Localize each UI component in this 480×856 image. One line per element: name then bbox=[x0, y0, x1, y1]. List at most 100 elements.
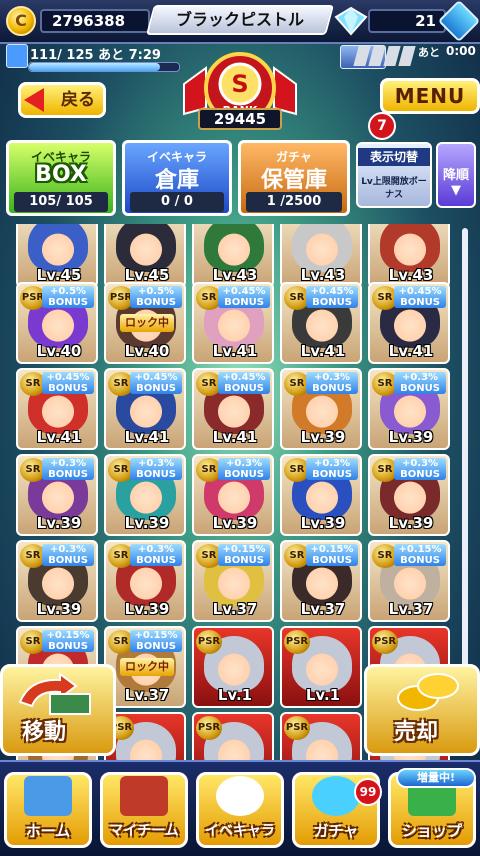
gem-count: 21 bbox=[368, 9, 446, 33]
character-card[interactable]: SR +0.15% BONUS Lv.37 bbox=[368, 540, 450, 622]
rank-letter: S bbox=[231, 70, 248, 98]
sell-label: 売却 bbox=[394, 720, 439, 745]
level-label: Lv.41 bbox=[124, 428, 170, 446]
nav-label: イベキャラ bbox=[205, 823, 275, 839]
character-portrait bbox=[204, 224, 264, 272]
menu-button[interactable]: MENU bbox=[380, 78, 480, 114]
character-portrait bbox=[380, 224, 440, 272]
character-card[interactable]: PSR Lv.1 bbox=[192, 626, 274, 708]
nav-label: ガチャ bbox=[313, 822, 359, 840]
back-arrow-icon bbox=[24, 88, 44, 112]
character-card[interactable]: SR +0.3% BONUS Lv.39 bbox=[16, 540, 98, 622]
character-card[interactable]: SR +0.3% BONUS Lv.39 bbox=[280, 368, 362, 450]
rarity-badge: PSR bbox=[196, 716, 222, 740]
level-label: Lv.39 bbox=[300, 514, 346, 532]
character-card[interactable]: SR +0.15% BONUS Lv.37 bbox=[192, 540, 274, 622]
bonus-badge: +0.3% BONUS bbox=[218, 458, 270, 480]
character-card[interactable]: PSR bbox=[280, 712, 362, 760]
display-toggle-value: Lv上限開放ボーナス bbox=[361, 177, 427, 200]
team-icon bbox=[120, 776, 168, 816]
sort-order-label: 降順 bbox=[442, 168, 469, 183]
bonus-badge: +0.45% BONUS bbox=[218, 372, 270, 394]
bonus-badge: +0.3% BONUS bbox=[130, 458, 182, 480]
sort-order-button[interactable]: 降順 ▼ bbox=[436, 142, 476, 208]
level-label: Lv.40 bbox=[124, 342, 170, 360]
character-card[interactable]: SR +0.3% BONUS Lv.39 bbox=[16, 454, 98, 536]
character-card[interactable]: Lv.43 bbox=[368, 224, 450, 288]
locked-label: ロック中 bbox=[120, 314, 174, 332]
level-label: Lv.39 bbox=[124, 514, 170, 532]
bonus-badge: +0.45% BONUS bbox=[130, 372, 182, 394]
stamina-fill bbox=[29, 63, 160, 71]
tab-big-label: 保管庫 bbox=[260, 168, 327, 193]
baseball-icon bbox=[216, 776, 264, 816]
bonus-badge: +0.3% BONUS bbox=[306, 458, 358, 480]
character-card[interactable]: SR +0.15% BONUS Lv.37 bbox=[280, 540, 362, 622]
stamina-text: 111/ 125 あと 7:29 bbox=[30, 48, 161, 63]
home-icon bbox=[24, 776, 72, 816]
character-card[interactable]: SR +0.3% BONUS Lv.39 bbox=[368, 454, 450, 536]
locked-label: ロック中 bbox=[120, 658, 174, 676]
timer: 0:00 bbox=[446, 44, 476, 58]
character-card[interactable]: SR +0.45% BONUS Lv.41 bbox=[192, 282, 274, 364]
level-label: Lv.41 bbox=[300, 342, 346, 360]
character-card[interactable]: SR +0.3% BONUS Lv.39 bbox=[280, 454, 362, 536]
character-card[interactable]: PSR Lv.1 bbox=[280, 626, 362, 708]
level-label: Lv.40 bbox=[36, 342, 82, 360]
character-card[interactable]: Lv.45 bbox=[16, 224, 98, 288]
bonus-badge: +0.15% BONUS bbox=[218, 544, 270, 566]
gacha-ball-icon bbox=[312, 776, 360, 816]
character-card[interactable]: SR +0.3% BONUS Lv.39 bbox=[368, 368, 450, 450]
bonus-badge: +0.45% BONUS bbox=[306, 286, 358, 308]
character-card[interactable]: SR +0.45% BONUS Lv.41 bbox=[192, 368, 274, 450]
level-label: Lv.1 bbox=[217, 686, 253, 704]
shop-increase-badge: 増量中! bbox=[396, 768, 476, 788]
bonus-badge: +0.15% BONUS bbox=[394, 544, 446, 566]
move-label: 移動 bbox=[22, 720, 67, 745]
bonus-badge: +0.15% BONUS bbox=[42, 630, 94, 652]
character-card[interactable]: PSR bbox=[104, 712, 186, 760]
bonus-badge: +0.3% BONUS bbox=[130, 544, 182, 566]
character-card[interactable]: SR +0.45% BONUS Lv.41 bbox=[16, 368, 98, 450]
level-label: Lv.41 bbox=[36, 428, 82, 446]
level-label: Lv.1 bbox=[305, 686, 341, 704]
character-card[interactable]: Lv.43 bbox=[192, 224, 274, 288]
level-label: Lv.39 bbox=[388, 428, 434, 446]
coin-icon: C bbox=[6, 6, 36, 36]
character-card[interactable]: SR +0.3% BONUS Lv.39 bbox=[104, 454, 186, 536]
level-label: Lv.41 bbox=[388, 342, 434, 360]
character-card[interactable]: SR +0.45% BONUS Lv.41 bbox=[368, 282, 450, 364]
bonus-badge: +0.45% BONUS bbox=[42, 372, 94, 394]
character-card[interactable]: SR +0.45% BONUS Lv.41 bbox=[104, 368, 186, 450]
character-card[interactable]: Lv.43 bbox=[280, 224, 362, 288]
stamina-icon bbox=[6, 44, 28, 68]
character-card[interactable]: PSR +0.5% BONUS Lv.40 bbox=[16, 282, 98, 364]
scrollbar-thumb[interactable] bbox=[462, 228, 468, 668]
bonus-badge: +0.5% BONUS bbox=[42, 286, 94, 308]
bonus-badge: +0.15% BONUS bbox=[306, 544, 358, 566]
player-name: ブラックピストル bbox=[175, 10, 304, 29]
bonus-badge: +0.3% BONUS bbox=[42, 458, 94, 480]
character-card[interactable]: PSR bbox=[192, 712, 274, 760]
character-card[interactable]: Lv.45 bbox=[104, 224, 186, 288]
tab-count: 105/ 105 bbox=[14, 192, 108, 212]
level-label: Lv.39 bbox=[36, 600, 82, 618]
level-label: Lv.39 bbox=[36, 514, 82, 532]
level-label: Lv.37 bbox=[124, 686, 170, 704]
character-card[interactable]: PSR +0.5% BONUS ロック中 Lv.40 bbox=[104, 282, 186, 364]
character-card[interactable]: SR +0.3% BONUS Lv.39 bbox=[192, 454, 274, 536]
tab-count: 1 /2500 bbox=[246, 192, 342, 212]
level-label: Lv.39 bbox=[388, 514, 434, 532]
rarity-badge: PSR bbox=[284, 630, 310, 654]
coins-icon bbox=[397, 673, 459, 711]
rarity-badge: PSR bbox=[372, 630, 398, 654]
character-card[interactable]: SR +0.3% BONUS Lv.39 bbox=[104, 540, 186, 622]
character-portrait bbox=[292, 224, 352, 272]
character-card[interactable]: SR +0.15% BONUS ロック中 Lv.37 bbox=[104, 626, 186, 708]
display-toggle-label: 表示切替 bbox=[358, 148, 430, 166]
diamond-icon bbox=[334, 6, 368, 36]
level-label: Lv.39 bbox=[300, 428, 346, 446]
level-label: Lv.41 bbox=[212, 342, 258, 360]
character-card[interactable]: SR +0.45% BONUS Lv.41 bbox=[280, 282, 362, 364]
level-label: Lv.39 bbox=[212, 514, 258, 532]
